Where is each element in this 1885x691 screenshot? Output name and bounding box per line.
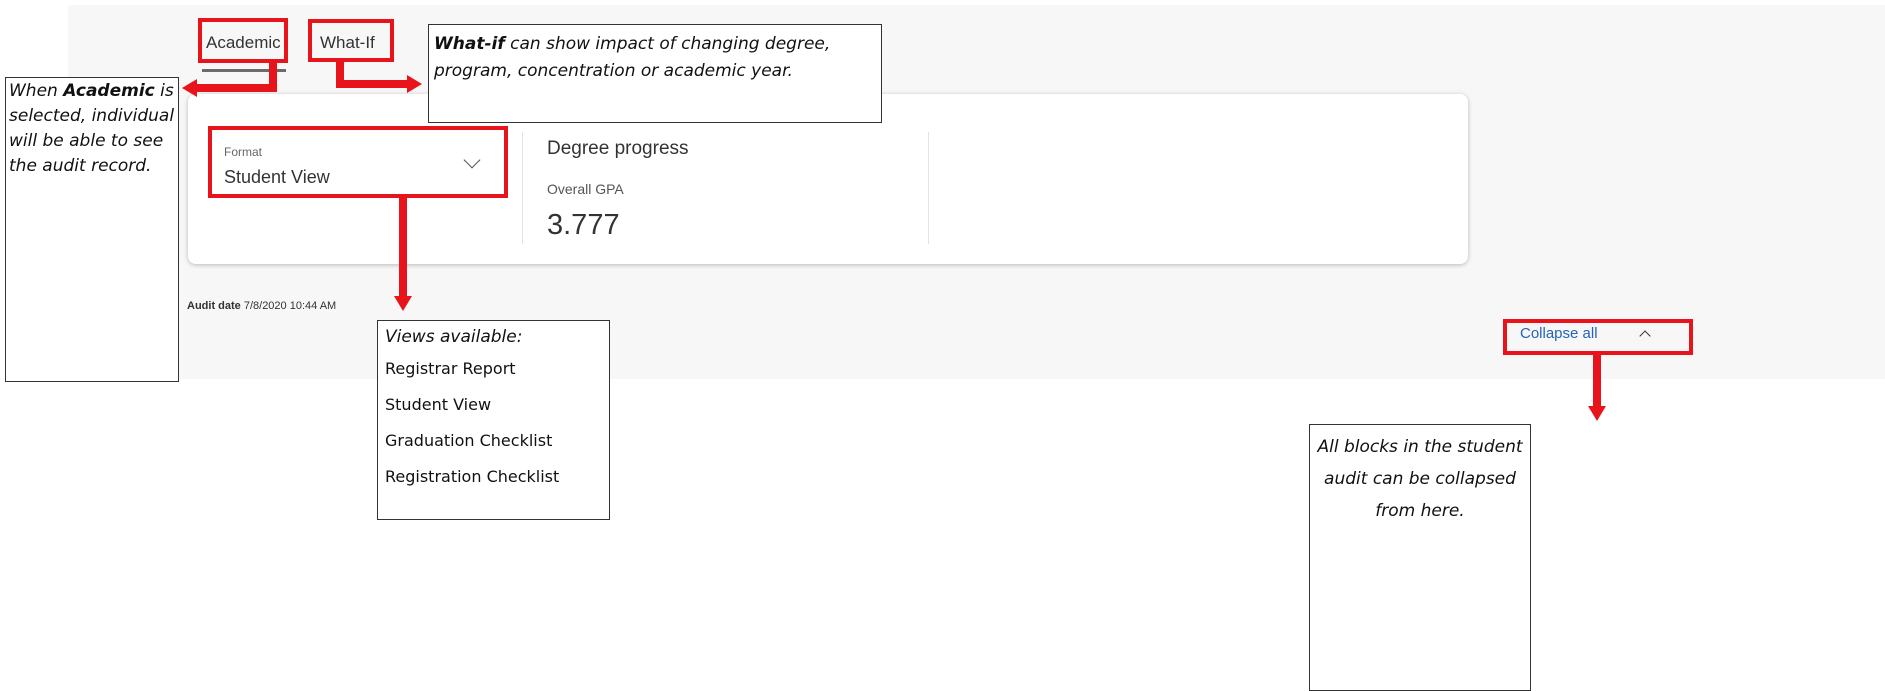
- audit-date-label: Audit date: [187, 300, 241, 312]
- view-option: Student View: [385, 395, 492, 414]
- highlight-whatif-tab: [308, 19, 394, 62]
- view-option: Registrar Report: [385, 359, 516, 378]
- arrow-connector: [1593, 353, 1601, 407]
- annotation-whatif-bold: What-if: [434, 34, 505, 54]
- highlight-academic-tab: [198, 18, 288, 63]
- annotation-whatif: What-if can show impact of changing degr…: [428, 24, 882, 123]
- degree-progress-title: Degree progress: [547, 138, 689, 159]
- overall-gpa-label: Overall GPA: [547, 181, 624, 197]
- arrow-left-icon: [182, 79, 197, 97]
- annotation-views: Views available: Registrar Report Studen…: [377, 320, 610, 520]
- annotation-views-title: Views available:: [385, 327, 523, 347]
- highlight-format-dropdown: [208, 126, 508, 198]
- arrow-down-icon: [394, 296, 412, 311]
- overall-gpa-value: 3.777: [547, 209, 620, 241]
- annotation-collapse: All blocks in the student audit can be c…: [1309, 424, 1531, 691]
- arrow-down-icon: [1588, 406, 1606, 421]
- card-divider: [522, 132, 523, 244]
- arrow-right-icon: [407, 75, 422, 93]
- arrow-connector: [196, 84, 277, 92]
- arrow-connector: [336, 80, 408, 88]
- annotation-academic-bold: Academic: [63, 81, 155, 101]
- view-option: Registration Checklist: [385, 467, 560, 486]
- arrow-connector: [399, 196, 407, 298]
- annotation-academic-prefix: When: [9, 81, 58, 101]
- highlight-collapse-all: [1503, 319, 1693, 355]
- annotation-academic: When Academic is selected, individual wi…: [5, 77, 179, 382]
- card-divider: [928, 132, 929, 244]
- audit-date: Audit date 7/8/2020 10:44 AM: [187, 300, 336, 312]
- view-option: Graduation Checklist: [385, 431, 553, 450]
- audit-date-value: 7/8/2020 10:44 AM: [243, 300, 337, 312]
